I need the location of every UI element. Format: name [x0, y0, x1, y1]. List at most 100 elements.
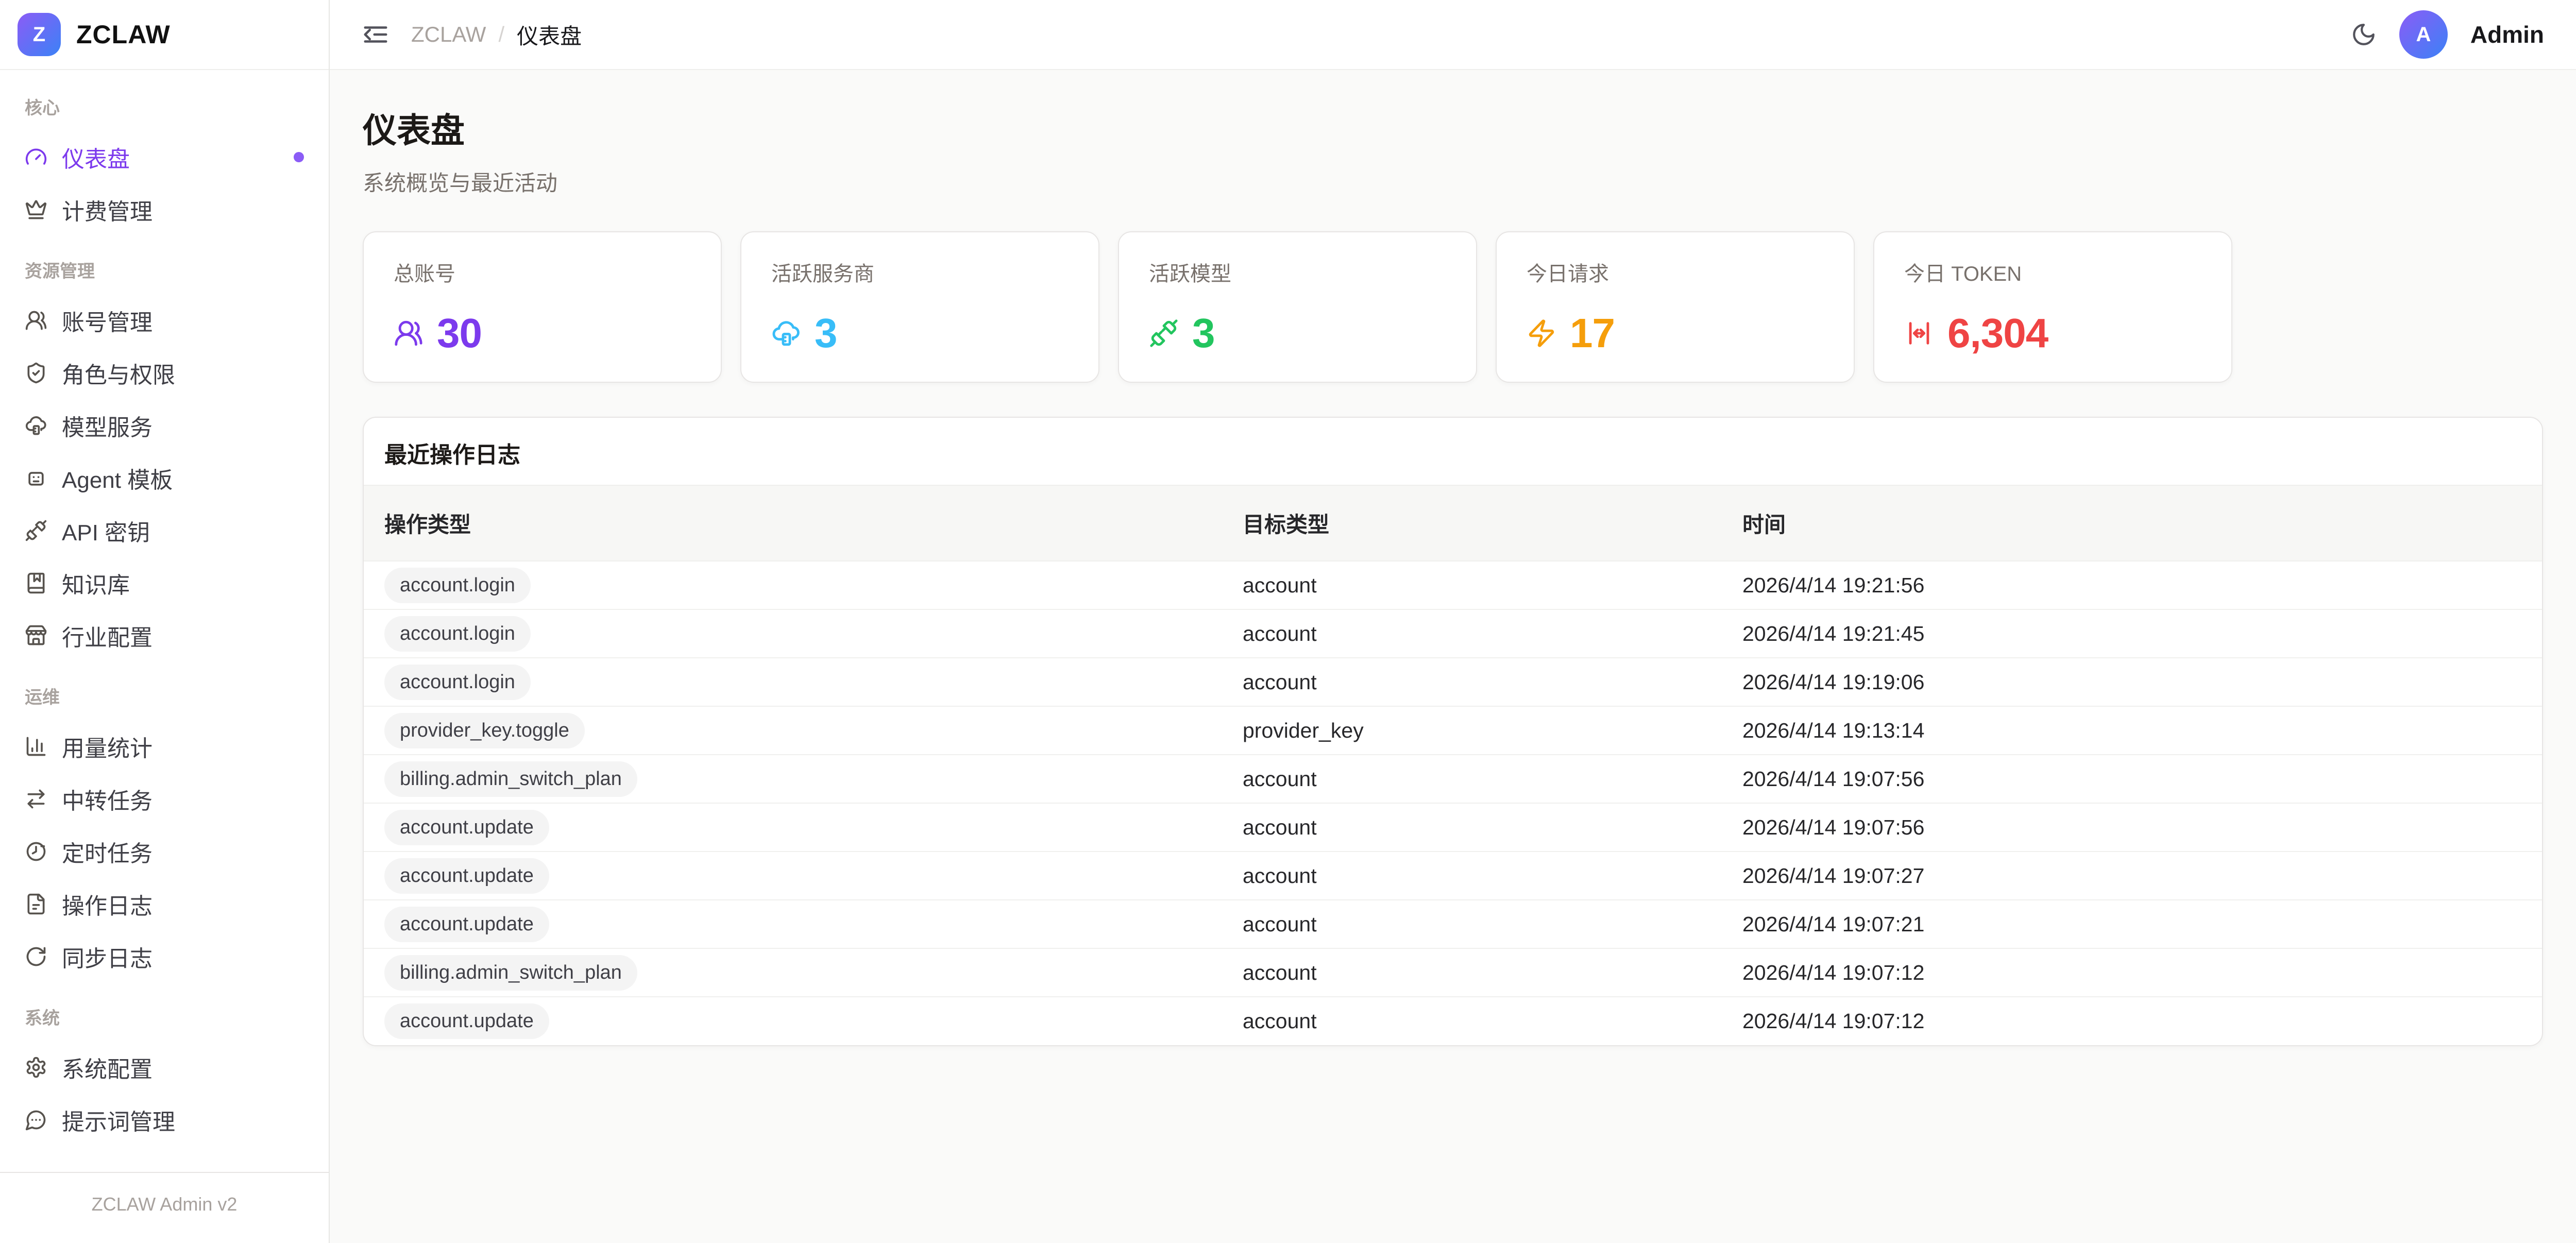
column-header: 时间 [1742, 485, 2542, 561]
time-cell: 2026/4/14 19:07:27 [1742, 852, 2542, 900]
sidebar-item-knowledge-base[interactable]: 知识库 [14, 558, 314, 608]
sidebar-item-label: 提示词管理 [62, 1103, 175, 1136]
sidebar-item-system-config[interactable]: 系统配置 [14, 1043, 314, 1092]
table-row: account.updateaccount2026/4/14 19:07:27 [364, 852, 2542, 900]
move-horizontal-icon [1904, 318, 1934, 348]
target-type-cell: account [1243, 900, 1742, 948]
sidebar-item-roles-permissions[interactable]: 角色与权限 [14, 348, 314, 398]
target-type-cell: provider_key [1243, 706, 1742, 755]
stat-card-4: 今日 TOKEN6,304 [1873, 231, 2232, 383]
breadcrumb-current: 仪表盘 [517, 19, 582, 50]
sidebar-item-label: 中转任务 [62, 782, 152, 815]
action-type-badge: account.login [384, 616, 531, 652]
target-type-cell: account [1243, 852, 1742, 900]
sidebar-item-label: 操作日志 [62, 888, 152, 921]
stat-value-row: 3 [771, 310, 1069, 357]
sidebar-item-accounts[interactable]: 账号管理 [14, 296, 314, 345]
sidebar-item-label: 定时任务 [62, 835, 152, 868]
gear-icon [25, 1056, 47, 1079]
time-cell: 2026/4/14 19:07:12 [1742, 997, 2542, 1045]
time-cell: 2026/4/14 19:13:14 [1742, 706, 2542, 755]
sidebar-item-label: 同步日志 [62, 940, 152, 973]
table-header-row: 操作类型目标类型时间 [364, 485, 2542, 561]
stat-value-row: 3 [1149, 310, 1446, 357]
stat-label: 活跃服务商 [771, 257, 1069, 287]
stat-value: 30 [437, 310, 482, 357]
sidebar-section-label: 资源管理 [14, 257, 314, 282]
cloud-server-icon [771, 318, 801, 348]
stat-label: 今日 TOKEN [1904, 257, 2201, 287]
avatar-letter: A [2416, 23, 2431, 46]
avatar[interactable]: A [2399, 10, 2448, 59]
brand-logo-letter: Z [33, 23, 45, 46]
table-row: provider_key.toggleprovider_key2026/4/14… [364, 706, 2542, 755]
main-content: 仪表盘 系统概览与最近活动 总账号30活跃服务商3活跃模型3今日请求17今日 T… [330, 70, 2576, 1243]
recent-logs-table: 操作类型目标类型时间 account.loginaccount2026/4/14… [364, 485, 2542, 1045]
target-type-cell: account [1243, 609, 1742, 658]
action-type-badge: account.update [384, 1003, 549, 1039]
sidebar-item-api-keys[interactable]: API 密钥 [14, 506, 314, 555]
sidebar-item-relay-tasks[interactable]: 中转任务 [14, 774, 314, 824]
time-cell: 2026/4/14 19:21:56 [1742, 561, 2542, 609]
topbar: ZCLAW / 仪表盘 A Admin [330, 0, 2576, 70]
swap-arrows-icon [25, 788, 47, 810]
sidebar-item-label: 模型服务 [62, 409, 152, 442]
table-row: account.updateaccount2026/4/14 19:07:12 [364, 997, 2542, 1045]
table-row: billing.admin_switch_planaccount2026/4/1… [364, 948, 2542, 997]
message-dots-icon [25, 1109, 47, 1131]
sidebar-section-label: 核心 [14, 94, 314, 119]
sidebar-item-prompt-management[interactable]: 提示词管理 [14, 1095, 314, 1145]
active-indicator-dot [294, 152, 304, 162]
theme-toggle-button[interactable] [2351, 22, 2377, 47]
timer-icon [25, 840, 47, 863]
page-subtitle: 系统概览与最近活动 [363, 166, 2543, 197]
column-header: 操作类型 [364, 485, 1243, 561]
action-type-badge: account.update [384, 907, 549, 942]
breadcrumb-root[interactable]: ZCLAW [411, 22, 486, 47]
topbar-right: A Admin [2351, 10, 2544, 59]
plug-icon [1149, 318, 1179, 348]
table-title: 最近操作日志 [364, 418, 2542, 485]
sidebar-item-agent-templates[interactable]: Agent 模板 [14, 453, 314, 503]
sidebar-item-label: 知识库 [62, 567, 130, 600]
store-icon [25, 624, 47, 647]
username: Admin [2470, 21, 2544, 48]
sidebar-item-scheduled-tasks[interactable]: 定时任务 [14, 827, 314, 876]
stat-value-row: 17 [1527, 310, 1824, 357]
sidebar-footer: ZCLAW Admin v2 [0, 1172, 329, 1243]
table-row: account.updateaccount2026/4/14 19:07:56 [364, 803, 2542, 852]
stat-card-2: 活跃模型3 [1118, 231, 1477, 383]
table-row: account.loginaccount2026/4/14 19:19:06 [364, 658, 2542, 706]
gauge-icon [25, 146, 47, 168]
table-row: account.loginaccount2026/4/14 19:21:56 [364, 561, 2542, 609]
sidebar-item-label: 系统配置 [62, 1051, 152, 1084]
app-version-label: ZCLAW Admin v2 [92, 1194, 238, 1215]
sidebar-item-billing[interactable]: 计费管理 [14, 185, 314, 234]
breadcrumb-separator: / [498, 22, 504, 47]
time-cell: 2026/4/14 19:19:06 [1742, 658, 2542, 706]
sidebar-item-operation-logs[interactable]: 操作日志 [14, 879, 314, 929]
plug-icon [25, 519, 47, 542]
action-type-badge: billing.admin_switch_plan [384, 761, 637, 797]
bar-chart-icon [25, 735, 47, 758]
stat-label: 总账号 [394, 257, 691, 287]
sidebar-item-model-services[interactable]: 模型服务 [14, 401, 314, 450]
sidebar-item-dashboard[interactable]: 仪表盘 [14, 132, 314, 182]
sidebar-item-label: API 密钥 [62, 514, 150, 547]
collapse-sidebar-button[interactable] [362, 21, 389, 48]
shield-check-icon [25, 362, 47, 384]
sidebar-item-industry-config[interactable]: 行业配置 [14, 611, 314, 660]
stat-card-1: 活跃服务商 3 [740, 231, 1099, 383]
action-type-badge: account.login [384, 568, 531, 603]
sidebar-item-sync-logs[interactable]: 同步日志 [14, 932, 314, 981]
sidebar-item-label: 角色与权限 [62, 356, 175, 389]
brand: Z ZCLAW [0, 0, 329, 70]
sidebar-nav: 核心仪表盘计费管理资源管理账号管理角色与权限模型服务 Agent 模板 API 密钥… [0, 70, 329, 1145]
sidebar-item-label: 计费管理 [62, 193, 152, 226]
stats-grid: 总账号30活跃服务商3活跃模型3今日请求17今日 TOKEN6,304 [363, 231, 2543, 383]
moon-icon [2351, 22, 2377, 47]
time-cell: 2026/4/14 19:07:12 [1742, 948, 2542, 997]
stat-value: 17 [1570, 310, 1615, 357]
sidebar-item-usage-stats[interactable]: 用量统计 [14, 722, 314, 771]
recent-logs-card: 最近操作日志 操作类型目标类型时间 account.loginaccount20… [363, 417, 2543, 1046]
